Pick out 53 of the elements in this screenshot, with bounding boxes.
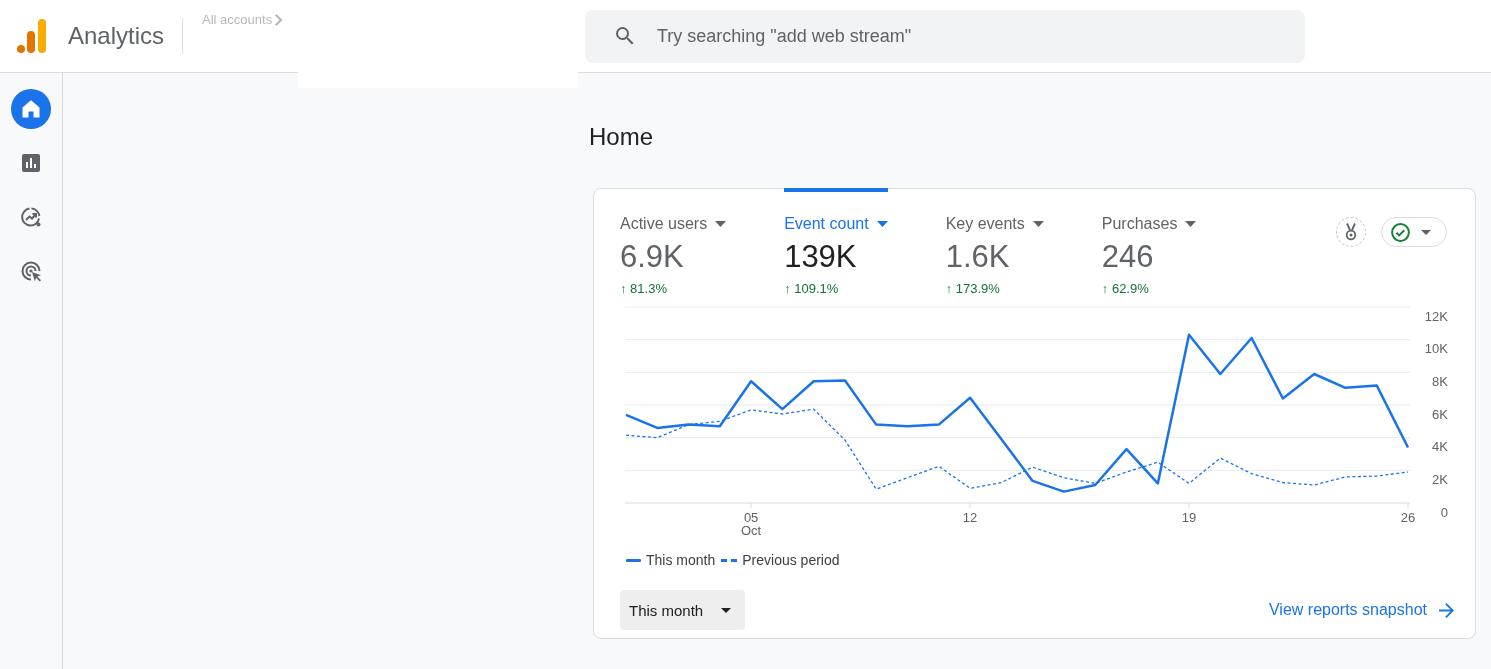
- date-range-dropdown[interactable]: This month: [620, 590, 746, 630]
- page-title: Home: [589, 122, 654, 152]
- arrow-right-icon: [1439, 602, 1454, 618]
- caret-icon: [721, 607, 732, 613]
- x-axis-label: 12: [962, 510, 978, 525]
- chevron-right-icon: [275, 14, 284, 26]
- metric-change: ↑ 81.3%: [620, 280, 667, 298]
- y-axis-label: 8K: [1432, 373, 1448, 389]
- y-axis-label: 6K: [1432, 406, 1448, 422]
- metric-value: 246: [1101, 240, 1154, 274]
- metric-value: 139K: [784, 240, 857, 274]
- y-axis-label: 2K: [1432, 471, 1448, 487]
- trend-chart-icon: [19, 205, 43, 229]
- metric-change: ↑ 109.1%: [784, 280, 839, 298]
- metric-tab[interactable]: Key events 1.6K ↑ 173.9%: [945, 188, 1044, 298]
- metric-tab[interactable]: Active users 6.9K ↑ 81.3%: [620, 188, 727, 298]
- x-axis-label: 26: [1400, 510, 1416, 525]
- x-axis-month-label: Oct: [741, 523, 762, 538]
- metric-label: Purchases: [1101, 214, 1178, 234]
- metric-change: ↑ 173.9%: [945, 280, 1000, 298]
- caret-icon: [1185, 221, 1197, 227]
- medal-button[interactable]: [1336, 217, 1366, 247]
- x-axis-label: 19: [1181, 510, 1197, 525]
- y-axis-label: 12K: [1424, 308, 1448, 324]
- metric-value: 6.9K: [620, 240, 684, 274]
- x-axis-label: 05: [743, 510, 759, 525]
- metric-change: ↑ 62.9%: [1101, 280, 1149, 298]
- legend-label: This month: [646, 552, 716, 568]
- check-dropdown-button[interactable]: [1381, 217, 1447, 247]
- metric-tab[interactable]: Event count 139K ↑ 109.1%: [784, 188, 888, 298]
- caret-icon: [876, 221, 888, 227]
- product-name: Analytics: [68, 21, 165, 51]
- search-field[interactable]: Try searching "add web stream": [585, 9, 1305, 63]
- metric-label: Key events: [945, 214, 1025, 234]
- metric-tab[interactable]: Purchases 246 ↑ 62.9%: [1101, 188, 1197, 298]
- bar-chart-icon: [19, 151, 43, 175]
- medal-icon: [1344, 223, 1358, 241]
- caret-icon: [1421, 229, 1431, 235]
- check-circle-icon: [1391, 222, 1410, 242]
- metric-label: Active users: [620, 214, 708, 234]
- y-axis-label: 0: [1440, 504, 1448, 520]
- target-cursor-icon: [19, 259, 43, 283]
- y-axis-label: 10K: [1424, 341, 1448, 357]
- metric-value: 1.6K: [945, 240, 1010, 274]
- view-reports-link[interactable]: View reports snapshot: [1269, 601, 1454, 619]
- home-nav-button[interactable]: [11, 89, 51, 129]
- logo-icon: [17, 19, 47, 53]
- y-axis-label: 4K: [1432, 439, 1448, 455]
- legend-dashed-line-icon: [721, 558, 738, 562]
- caret-icon: [715, 221, 727, 227]
- caret-icon: [1032, 221, 1044, 227]
- metric-label: Event count: [784, 214, 869, 234]
- legend-label: Previous period: [742, 552, 840, 568]
